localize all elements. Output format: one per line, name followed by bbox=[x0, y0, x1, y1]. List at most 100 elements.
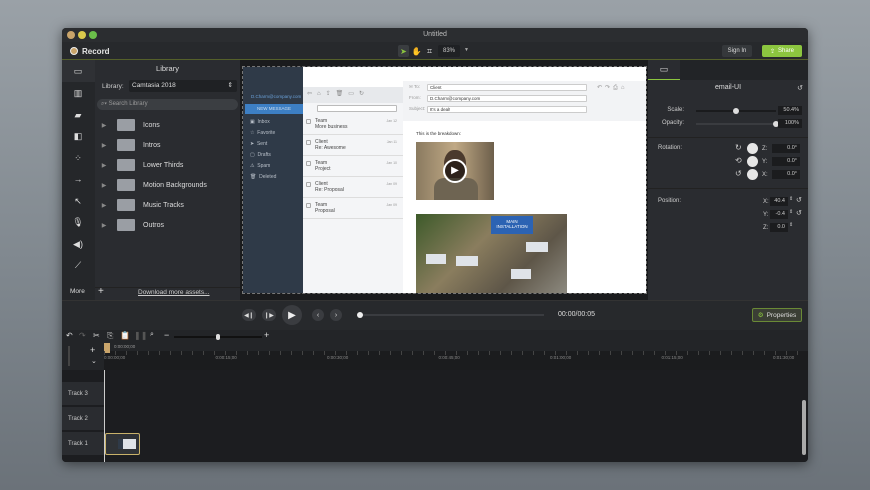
folder-outros[interactable]: ▶ Outros bbox=[95, 215, 240, 235]
nav-spam[interactable]: ⚠ Spam bbox=[250, 163, 270, 169]
zoom-dropdown-icon[interactable]: ▼ bbox=[464, 47, 469, 53]
zoom-select[interactable]: 83% bbox=[438, 45, 460, 57]
position-x-value[interactable]: 40.4 bbox=[770, 197, 788, 206]
stepper-icon[interactable]: ⇕ bbox=[789, 222, 793, 228]
voice-narration-icon[interactable]: 🎙 bbox=[70, 217, 86, 229]
behaviors-icon[interactable]: ⁘ bbox=[70, 153, 86, 165]
opacity-slider[interactable] bbox=[696, 121, 779, 127]
reset-icon[interactable]: ↺ bbox=[797, 84, 803, 92]
position-z-value[interactable]: 0.0 bbox=[770, 223, 788, 232]
collapse-icon[interactable]: ⌄ bbox=[91, 357, 97, 365]
folder-intros[interactable]: ▶ Intros bbox=[95, 135, 240, 155]
scale-slider[interactable] bbox=[696, 108, 776, 114]
zoom-in-icon[interactable]: + bbox=[264, 330, 269, 340]
nav-inbox[interactable]: ▣ Inbox bbox=[250, 119, 270, 125]
message-item[interactable]: Team More business Jan 12 bbox=[303, 115, 403, 135]
stepper-icon[interactable]: ⇕ bbox=[789, 209, 793, 215]
expand-icon[interactable]: ▶ bbox=[97, 122, 111, 129]
to-field[interactable]: Client bbox=[427, 84, 587, 91]
pan-tool-icon[interactable]: ✋ bbox=[411, 45, 422, 57]
download-assets-link[interactable]: Download more assets... bbox=[138, 289, 210, 296]
rotation-x-value[interactable]: 0.0° bbox=[772, 170, 800, 179]
expand-icon[interactable]: ▶ bbox=[97, 182, 111, 189]
media-bin-icon[interactable]: ▭ bbox=[70, 66, 86, 78]
add-track-icon[interactable]: + bbox=[90, 345, 95, 355]
expand-icon[interactable]: ▶ bbox=[97, 162, 111, 169]
previous-marker-button[interactable]: ‹ bbox=[312, 309, 324, 321]
expand-icon[interactable]: ▶ bbox=[97, 202, 111, 209]
select-tool-icon[interactable]: ➤ bbox=[398, 45, 409, 57]
properties-button[interactable]: ⚙ Properties bbox=[752, 308, 802, 322]
checkbox[interactable] bbox=[306, 203, 311, 208]
message-item[interactable]: Client Re: Proposal Jan 09 bbox=[303, 178, 403, 198]
rotation-z-dial[interactable] bbox=[747, 143, 758, 154]
opacity-value[interactable]: 100% bbox=[778, 119, 802, 128]
copy-icon[interactable]: ⎘ bbox=[107, 331, 113, 341]
play-icon[interactable]: ▶ bbox=[443, 159, 467, 183]
nav-favorite[interactable]: ☆ Favorite bbox=[250, 130, 275, 136]
more-button[interactable]: More bbox=[70, 288, 85, 295]
timeline-ruler[interactable]: 0:00:00;00 0:00:00;00 0:00:15;00 0:00:30;0… bbox=[104, 343, 808, 370]
reset-y-icon[interactable]: ↺ bbox=[796, 209, 802, 217]
library-select[interactable]: Camtasia 2018 ⇕ bbox=[129, 80, 237, 92]
timeline-scrollbar[interactable] bbox=[802, 400, 806, 455]
play-button[interactable]: ▶ bbox=[282, 305, 302, 325]
nav-drafts[interactable]: ▢ Drafts bbox=[250, 152, 271, 158]
zoom-button[interactable] bbox=[89, 31, 97, 39]
sign-in-button[interactable]: Sign In bbox=[722, 45, 752, 57]
minimize-button[interactable] bbox=[78, 31, 86, 39]
expand-icon[interactable]: ▶ bbox=[97, 222, 111, 229]
library-icon[interactable]: ▥ bbox=[70, 88, 86, 100]
rotation-y-dial[interactable] bbox=[747, 156, 758, 167]
webcam-thumbnail[interactable]: ▶ bbox=[416, 142, 494, 200]
checkbox[interactable] bbox=[306, 140, 311, 145]
nav-deleted[interactable]: 🗑 Deleted bbox=[250, 174, 276, 180]
timeline-zoom-slider[interactable] bbox=[174, 334, 262, 340]
scale-value[interactable]: 50.4% bbox=[778, 106, 802, 115]
visual-properties-tab[interactable]: ▭ bbox=[648, 60, 680, 80]
expand-icon[interactable]: ▶ bbox=[97, 142, 111, 149]
split-icon[interactable]: ❚❚ bbox=[134, 331, 147, 340]
from-field[interactable]: D.Charm@company.com bbox=[427, 95, 587, 102]
search-library-input[interactable]: ⌕▾ Search Library bbox=[97, 99, 238, 110]
scrubber-thumb[interactable] bbox=[357, 312, 363, 318]
record-button[interactable]: Record bbox=[70, 45, 110, 57]
folder-icons[interactable]: ▶ Icons bbox=[95, 115, 240, 135]
rotation-x-dial[interactable] bbox=[747, 169, 758, 180]
redo-icon[interactable]: ↷ bbox=[79, 331, 86, 340]
message-item[interactable]: Client Re: Awesome Jan 11 bbox=[303, 136, 403, 156]
playback-scrubber[interactable] bbox=[357, 312, 544, 318]
checkbox[interactable] bbox=[306, 119, 311, 124]
paste-icon[interactable]: 📋 bbox=[120, 331, 130, 340]
email-ui-preview[interactable]: D.Charm@company.com NEW MESSAGE ▣ Inbox … bbox=[242, 66, 647, 294]
track-1[interactable]: Track 1 bbox=[62, 432, 104, 456]
zoom-search-icon[interactable]: ⌕ bbox=[150, 331, 154, 339]
track-3[interactable]: Track 3 bbox=[62, 382, 104, 406]
rotation-z-value[interactable]: 0.0° bbox=[772, 144, 800, 153]
next-marker-button[interactable]: › bbox=[330, 309, 342, 321]
scale-slider-thumb[interactable] bbox=[733, 108, 740, 114]
canvas[interactable]: D.Charm@company.com NEW MESSAGE ▣ Inbox … bbox=[240, 60, 648, 300]
position-y-value[interactable]: -0.4 bbox=[770, 210, 788, 219]
step-forward-button[interactable]: ❙▶ bbox=[262, 309, 276, 321]
undo-icon[interactable]: ↶ bbox=[66, 331, 73, 340]
folder-music-tracks[interactable]: ▶ Music Tracks bbox=[95, 195, 240, 215]
rotation-y-value[interactable]: 0.0° bbox=[772, 157, 800, 166]
message-search-input[interactable] bbox=[317, 105, 397, 112]
new-message-button[interactable]: NEW MESSAGE bbox=[245, 104, 303, 114]
message-item[interactable]: Team Project Jan 10 bbox=[303, 157, 403, 177]
message-item[interactable]: Team Proposal Jan 09 bbox=[303, 199, 403, 219]
visual-effects-icon[interactable]: ⟋ bbox=[70, 260, 86, 272]
transitions-icon[interactable]: ◧ bbox=[70, 131, 86, 143]
animations-icon[interactable]: → bbox=[70, 174, 86, 186]
folder-motion-backgrounds[interactable]: ▶ Motion Backgrounds bbox=[95, 175, 240, 195]
cursor-effects-icon[interactable]: ↖ bbox=[70, 196, 86, 208]
checkbox[interactable] bbox=[306, 161, 311, 166]
zoom-out-icon[interactable]: − bbox=[164, 330, 169, 340]
add-asset-button[interactable]: + bbox=[98, 286, 104, 297]
media-clip-email-ui[interactable] bbox=[105, 433, 140, 455]
reply-forward-print-icons[interactable]: ↶↷⎙⌂ bbox=[597, 84, 627, 92]
checkbox[interactable] bbox=[306, 182, 311, 187]
audio-effects-icon[interactable]: ◀) bbox=[70, 239, 86, 251]
annotations-icon[interactable]: ▰ bbox=[70, 110, 86, 122]
